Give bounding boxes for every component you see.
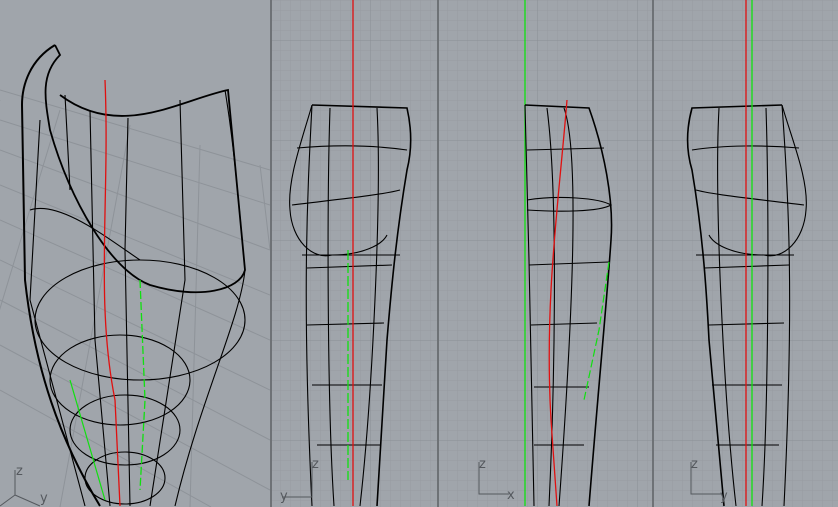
viewport-right[interactable]: z y [272,0,437,507]
front-grid [439,0,652,507]
perspective-canvas[interactable]: z y [0,0,270,507]
axis-label-z: z [479,457,486,472]
axis-label-z: z [16,464,23,479]
viewport-front[interactable]: z x [439,0,652,507]
viewport-perspective[interactable]: z y [0,0,270,507]
axis-label-z: z [691,457,698,472]
leg-wireframe [20,44,246,507]
left-canvas[interactable]: z y [654,0,838,507]
front-canvas[interactable]: z x [439,0,652,507]
x-axis-curve [103,79,121,507]
perspective-grid [0,89,270,507]
right-canvas[interactable]: z y [272,0,437,507]
viewport-left[interactable]: z y [654,0,838,507]
axis-label-y: y [720,489,728,504]
axis-label-y: y [40,491,48,506]
axis-label-x: x [507,488,515,503]
y-axis-curve [139,279,146,491]
axis-label-z: z [312,457,319,472]
axis-label-y: y [280,489,288,504]
